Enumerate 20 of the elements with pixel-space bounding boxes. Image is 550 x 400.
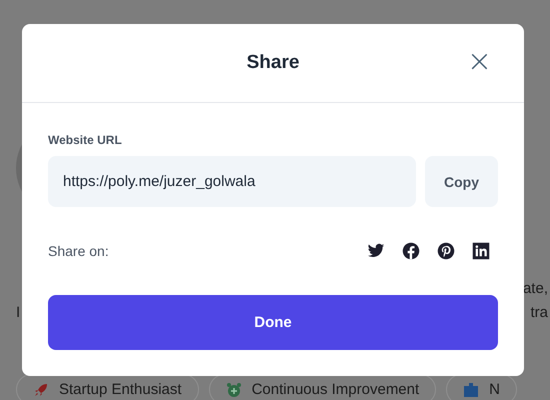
bird-icon[interactable] bbox=[367, 242, 385, 260]
profile-bio: I bbox=[16, 304, 20, 323]
rocket-icon bbox=[33, 382, 49, 398]
url-field[interactable]: https://poly.me/juzer_golwala bbox=[48, 156, 416, 207]
close-button[interactable]: × bbox=[466, 49, 492, 75]
tag-chip[interactable]: N bbox=[446, 374, 518, 400]
linkedin-icon[interactable] bbox=[472, 242, 490, 260]
alarm-clock-icon bbox=[226, 382, 242, 398]
box-icon bbox=[463, 382, 480, 398]
field-label: Website URL bbox=[48, 133, 123, 147]
facebook-icon[interactable] bbox=[402, 242, 420, 260]
tag-chip[interactable]: Startup Enthusiast bbox=[16, 374, 199, 400]
dialog-title: Share bbox=[246, 52, 300, 74]
profile-bio: tra bbox=[530, 304, 549, 323]
share-label: Share on: bbox=[48, 243, 109, 259]
done-button[interactable]: Done bbox=[48, 295, 498, 350]
copy-button[interactable]: Copy bbox=[425, 156, 498, 207]
pinterest-icon[interactable] bbox=[437, 242, 455, 260]
profile-bio: ate, bbox=[522, 280, 549, 299]
tag-chip[interactable]: Continuous Improvement bbox=[208, 374, 436, 400]
